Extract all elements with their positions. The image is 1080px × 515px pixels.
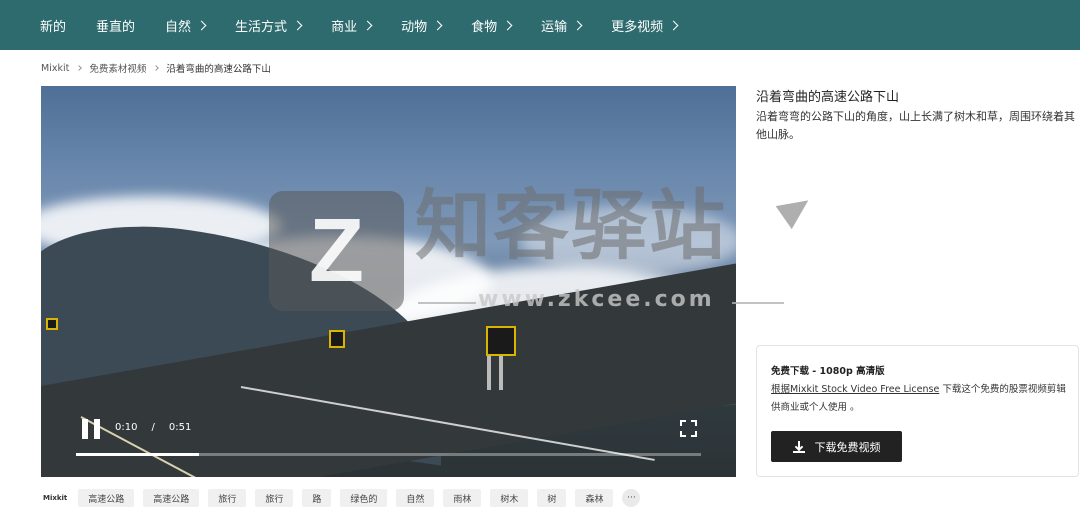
breadcrumb-free-stock-link[interactable]: 免费素材视频 — [89, 61, 146, 75]
time-separator: / — [151, 422, 155, 433]
nav-item-label: 自然 — [165, 19, 192, 35]
nav-item-label: 新的 — [40, 19, 67, 35]
time-display: 0:10 / 0:51 — [115, 422, 191, 433]
chevron-right-icon — [196, 20, 207, 30]
mixkit-logo: Mixkit — [43, 494, 68, 502]
nav-item-vertical[interactable]: 垂直的 — [96, 16, 135, 35]
nav-item-label: 商业 — [331, 19, 358, 35]
breadcrumb-current: 沿着弯曲的高速公路下山 — [166, 64, 271, 75]
video-frame-road-sign — [486, 326, 516, 356]
fullscreen-icon — [680, 431, 686, 437]
nav-item-label: 食物 — [471, 19, 498, 35]
download-icon — [792, 440, 805, 453]
watermark-line — [732, 302, 784, 304]
nav-item-lifestyle[interactable]: 生活方式 — [235, 16, 303, 35]
video-title: 沿着弯曲的高速公路下山 — [756, 90, 900, 105]
tag-travel[interactable]: 旅行 — [208, 489, 247, 507]
nav-item-food[interactable]: 食物 — [471, 16, 513, 35]
video-player[interactable]: Z 0:10 / 0:51 — [41, 86, 736, 477]
fullscreen-button[interactable] — [680, 420, 697, 437]
tag-road[interactable]: 路 — [302, 489, 332, 507]
license-text: 根据Mixkit Stock Video Free License 下载这个免费… — [771, 381, 1071, 417]
pause-icon-bar — [94, 419, 100, 439]
watermark-text: 知客驿站 — [415, 181, 727, 270]
chevron-right-icon — [362, 20, 373, 30]
tag-travel-2[interactable]: 旅行 — [255, 489, 294, 507]
tag-list: Mixkit 高速公路 高速公路 旅行 旅行 路 绿色的 自然 雨林 树木 树 … — [43, 489, 641, 507]
breadcrumb-home-link[interactable]: Mixkit — [41, 63, 69, 74]
nav-item-nature[interactable]: 自然 — [165, 16, 207, 35]
download-button[interactable]: 下载免费视频 — [771, 431, 902, 462]
nav-item-label: 生活方式 — [235, 19, 288, 35]
fullscreen-icon — [691, 420, 697, 426]
pause-button[interactable] — [82, 419, 100, 439]
video-description: 沿着弯弯的公路下山的角度，山上长满了树木和草，周围环绕着其他山脉。 — [756, 110, 1075, 141]
chevron-right-icon — [668, 20, 679, 30]
tag-tree[interactable]: 树 — [537, 489, 567, 507]
tag-forest[interactable]: 森林 — [575, 489, 614, 507]
watermark-url: www.zkcee.com — [478, 287, 715, 312]
chevron-right-icon — [76, 65, 83, 71]
pause-icon-bar — [82, 419, 88, 439]
tag-highway-2[interactable]: 高速公路 — [143, 489, 200, 507]
nav-item-more-videos[interactable]: 更多视频 — [611, 16, 679, 35]
more-tags-button[interactable]: ··· — [622, 489, 641, 507]
progress-fill — [76, 453, 199, 456]
top-nav: 新的 垂直的 自然 生活方式 商业 动物 食物 运输 更多视频 — [0, 0, 1080, 50]
watermark-arrow-icon — [775, 188, 817, 230]
chevron-right-icon — [572, 20, 583, 30]
nav-item-label: 动物 — [401, 19, 428, 35]
chevron-right-icon — [153, 65, 160, 71]
current-time: 0:10 — [115, 422, 138, 433]
chevron-right-icon — [432, 20, 443, 30]
fullscreen-icon — [691, 431, 697, 437]
fullscreen-icon — [680, 420, 686, 426]
nav-item-new[interactable]: 新的 — [40, 16, 66, 35]
license-link[interactable]: 根据Mixkit Stock Video Free License — [771, 384, 939, 395]
download-card: 免费下载 - 1080p 高清版 根据Mixkit Stock Video Fr… — [756, 345, 1079, 477]
tag-green[interactable]: 绿色的 — [340, 489, 388, 507]
watermark-logo: Z — [269, 191, 404, 311]
nav-item-animals[interactable]: 动物 — [401, 16, 443, 35]
video-frame-road-sign — [329, 330, 345, 348]
nav-item-transport[interactable]: 运输 — [541, 16, 583, 35]
nav-item-label: 运输 — [541, 19, 568, 35]
nav-item-label: 垂直的 — [96, 19, 136, 35]
video-frame-sign-post — [487, 356, 491, 390]
video-frame-sign-post — [499, 356, 503, 390]
video-frame-road-sign — [46, 318, 58, 330]
download-button-label: 下载免费视频 — [814, 440, 881, 454]
duration: 0:51 — [168, 422, 192, 433]
chevron-right-icon — [502, 20, 513, 30]
tag-trees[interactable]: 树木 — [490, 489, 529, 507]
nav-item-business[interactable]: 商业 — [331, 16, 373, 35]
watermark-line — [418, 302, 476, 304]
progress-bar[interactable] — [76, 453, 701, 456]
breadcrumb: Mixkit 免费素材视频 沿着弯曲的高速公路下山 — [41, 61, 271, 76]
download-heading: 免费下载 - 1080p 高清版 — [771, 366, 885, 377]
tag-rainforest[interactable]: 雨林 — [443, 489, 482, 507]
chevron-right-icon — [292, 20, 303, 30]
tag-nature[interactable]: 自然 — [396, 489, 435, 507]
tag-highway[interactable]: 高速公路 — [78, 489, 135, 507]
nav-item-label: 更多视频 — [611, 19, 664, 35]
watermark-logo-letter: Z — [309, 201, 364, 301]
